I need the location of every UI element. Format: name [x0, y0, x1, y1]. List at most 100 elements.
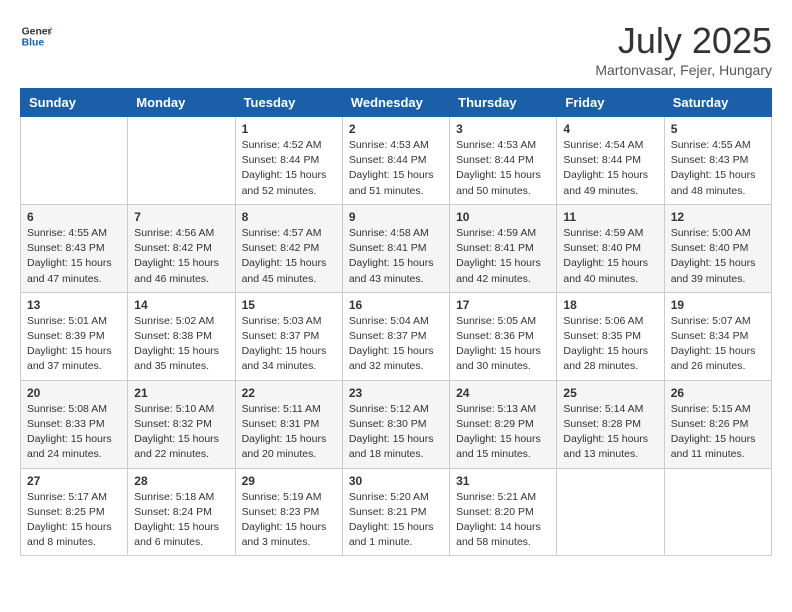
day-info: Sunrise: 4:55 AM Sunset: 8:43 PM Dayligh… [671, 138, 765, 199]
calendar-cell: 14 Sunrise: 5:02 AM Sunset: 8:38 PM Dayli… [128, 292, 235, 380]
day-info: Sunrise: 5:06 AM Sunset: 8:35 PM Dayligh… [563, 314, 657, 375]
calendar-cell: 7Sunrise: 4:56 AM Sunset: 8:42 PM Daylig… [128, 204, 235, 292]
day-header-monday: Monday [128, 89, 235, 117]
day-info: Sunrise: 5:01 AM Sunset: 8:39 PM Dayligh… [27, 314, 121, 375]
day-info: Sunrise: 5:11 AM Sunset: 8:31 PM Dayligh… [242, 402, 336, 463]
day-number: 12 [671, 210, 765, 224]
day-number: 28 [134, 474, 228, 488]
day-number: 22 [242, 386, 336, 400]
calendar-cell: 25 Sunrise: 5:14 AM Sunset: 8:28 PM Dayli… [557, 380, 664, 468]
calendar-cell: 8 Sunrise: 4:57 AM Sunset: 8:42 PM Daylig… [235, 204, 342, 292]
calendar-cell: 11 Sunrise: 4:59 AM Sunset: 8:40 PM Dayli… [557, 204, 664, 292]
day-number: 15 [242, 298, 336, 312]
day-info: Sunrise: 5:19 AM Sunset: 8:23 PM Dayligh… [242, 490, 336, 551]
day-number: 23 [349, 386, 443, 400]
day-info: Sunrise: 4:52 AM Sunset: 8:44 PM Dayligh… [242, 138, 336, 199]
day-number: 21 [134, 386, 228, 400]
day-number: 9 [349, 210, 443, 224]
day-info: Sunrise: 4:53 AM Sunset: 8:44 PM Dayligh… [456, 138, 550, 199]
day-number: 3 [456, 122, 550, 136]
day-number: 26 [671, 386, 765, 400]
calendar-week-row: 20 Sunrise: 5:08 AM Sunset: 8:33 PM Dayli… [21, 380, 772, 468]
calendar-cell: 26 Sunrise: 5:15 AM Sunset: 8:26 PM Dayli… [664, 380, 771, 468]
day-number: 2 [349, 122, 443, 136]
day-number: 4 [563, 122, 657, 136]
calendar-cell: 1 Sunrise: 4:52 AM Sunset: 8:44 PM Daylig… [235, 117, 342, 205]
day-number: 20 [27, 386, 121, 400]
day-number: 5 [671, 122, 765, 136]
day-info: Sunrise: 5:15 AM Sunset: 8:26 PM Dayligh… [671, 402, 765, 463]
calendar-cell [557, 468, 664, 556]
calendar-cell: 13 Sunrise: 5:01 AM Sunset: 8:39 PM Dayli… [21, 292, 128, 380]
day-number: 29 [242, 474, 336, 488]
calendar-week-row: 27Sunrise: 5:17 AM Sunset: 8:25 PM Dayli… [21, 468, 772, 556]
calendar-cell: 19 Sunrise: 5:07 AM Sunset: 8:34 PM Dayli… [664, 292, 771, 380]
calendar-cell: 5 Sunrise: 4:55 AM Sunset: 8:43 PM Daylig… [664, 117, 771, 205]
calendar-cell: 16 Sunrise: 5:04 AM Sunset: 8:37 PM Dayli… [342, 292, 449, 380]
day-number: 18 [563, 298, 657, 312]
calendar-cell: 31Sunrise: 5:21 AM Sunset: 8:20 PM Dayli… [450, 468, 557, 556]
day-info: Sunrise: 5:00 AM Sunset: 8:40 PM Dayligh… [671, 226, 765, 287]
day-info: Sunrise: 5:04 AM Sunset: 8:37 PM Dayligh… [349, 314, 443, 375]
day-number: 19 [671, 298, 765, 312]
day-info: Sunrise: 5:12 AM Sunset: 8:30 PM Dayligh… [349, 402, 443, 463]
day-info: Sunrise: 5:14 AM Sunset: 8:28 PM Dayligh… [563, 402, 657, 463]
svg-text:Blue: Blue [22, 38, 45, 49]
day-number: 14 [134, 298, 228, 312]
calendar-week-row: 13 Sunrise: 5:01 AM Sunset: 8:39 PM Dayli… [21, 292, 772, 380]
calendar-cell: 18 Sunrise: 5:06 AM Sunset: 8:35 PM Dayli… [557, 292, 664, 380]
page-header: General Blue July 2025 Martonvasar, Feje… [20, 20, 772, 78]
svg-text:General: General [22, 26, 52, 37]
day-header-wednesday: Wednesday [342, 89, 449, 117]
day-number: 8 [242, 210, 336, 224]
day-number: 13 [27, 298, 121, 312]
calendar-cell: 17 Sunrise: 5:05 AM Sunset: 8:36 PM Dayli… [450, 292, 557, 380]
calendar-cell: 6Sunrise: 4:55 AM Sunset: 8:43 PM Daylig… [21, 204, 128, 292]
day-info: Sunrise: 4:59 AM Sunset: 8:40 PM Dayligh… [563, 226, 657, 287]
calendar-cell: 24 Sunrise: 5:13 AM Sunset: 8:29 PM Dayli… [450, 380, 557, 468]
location-title: Martonvasar, Fejer, Hungary [595, 62, 772, 78]
day-number: 16 [349, 298, 443, 312]
day-info: Sunrise: 4:54 AM Sunset: 8:44 PM Dayligh… [563, 138, 657, 199]
day-info: Sunrise: 5:21 AM Sunset: 8:20 PM Dayligh… [456, 490, 550, 551]
day-info: Sunrise: 5:03 AM Sunset: 8:37 PM Dayligh… [242, 314, 336, 375]
day-header-friday: Friday [557, 89, 664, 117]
day-number: 25 [563, 386, 657, 400]
calendar-cell: 9 Sunrise: 4:58 AM Sunset: 8:41 PM Daylig… [342, 204, 449, 292]
calendar-cell: 10Sunrise: 4:59 AM Sunset: 8:41 PM Dayli… [450, 204, 557, 292]
day-number: 1 [242, 122, 336, 136]
month-title: July 2025 [595, 20, 772, 62]
day-info: Sunrise: 5:18 AM Sunset: 8:24 PM Dayligh… [134, 490, 228, 551]
calendar-cell [128, 117, 235, 205]
calendar-cell: 30 Sunrise: 5:20 AM Sunset: 8:21 PM Dayli… [342, 468, 449, 556]
day-number: 30 [349, 474, 443, 488]
calendar-cell: 21Sunrise: 5:10 AM Sunset: 8:32 PM Dayli… [128, 380, 235, 468]
calendar-week-row: 1 Sunrise: 4:52 AM Sunset: 8:44 PM Daylig… [21, 117, 772, 205]
day-number: 7 [134, 210, 228, 224]
day-header-tuesday: Tuesday [235, 89, 342, 117]
title-block: July 2025 Martonvasar, Fejer, Hungary [595, 20, 772, 78]
day-number: 11 [563, 210, 657, 224]
calendar-cell: 28 Sunrise: 5:18 AM Sunset: 8:24 PM Dayli… [128, 468, 235, 556]
calendar-cell: 15 Sunrise: 5:03 AM Sunset: 8:37 PM Dayli… [235, 292, 342, 380]
logo-icon: General Blue [20, 20, 52, 52]
calendar-cell: 29 Sunrise: 5:19 AM Sunset: 8:23 PM Dayli… [235, 468, 342, 556]
day-info: Sunrise: 4:58 AM Sunset: 8:41 PM Dayligh… [349, 226, 443, 287]
day-header-thursday: Thursday [450, 89, 557, 117]
day-info: Sunrise: 5:02 AM Sunset: 8:38 PM Dayligh… [134, 314, 228, 375]
day-number: 6 [27, 210, 121, 224]
day-info: Sunrise: 4:57 AM Sunset: 8:42 PM Dayligh… [242, 226, 336, 287]
calendar-cell [21, 117, 128, 205]
day-header-sunday: Sunday [21, 89, 128, 117]
day-number: 17 [456, 298, 550, 312]
day-number: 24 [456, 386, 550, 400]
day-info: Sunrise: 5:05 AM Sunset: 8:36 PM Dayligh… [456, 314, 550, 375]
day-info: Sunrise: 5:07 AM Sunset: 8:34 PM Dayligh… [671, 314, 765, 375]
day-info: Sunrise: 5:17 AM Sunset: 8:25 PM Dayligh… [27, 490, 121, 551]
day-info: Sunrise: 4:59 AM Sunset: 8:41 PM Dayligh… [456, 226, 550, 287]
day-info: Sunrise: 5:20 AM Sunset: 8:21 PM Dayligh… [349, 490, 443, 551]
day-info: Sunrise: 5:08 AM Sunset: 8:33 PM Dayligh… [27, 402, 121, 463]
calendar-cell [664, 468, 771, 556]
day-info: Sunrise: 4:53 AM Sunset: 8:44 PM Dayligh… [349, 138, 443, 199]
day-info: Sunrise: 5:13 AM Sunset: 8:29 PM Dayligh… [456, 402, 550, 463]
